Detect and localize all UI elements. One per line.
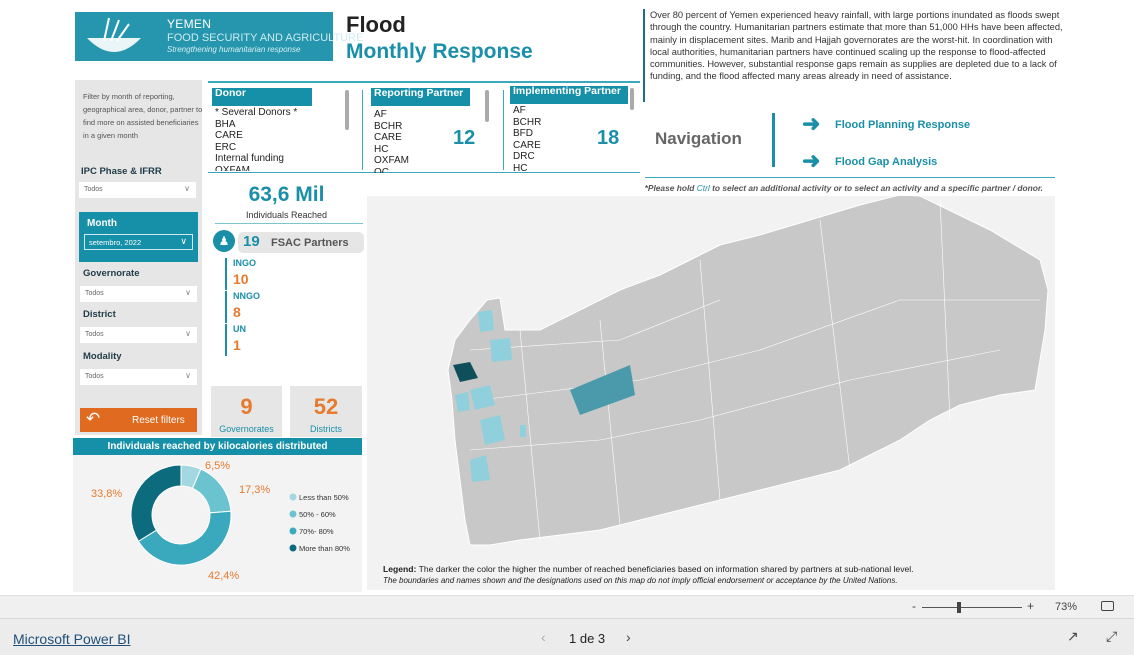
scrollbar[interactable] xyxy=(345,90,349,130)
legend-marker xyxy=(289,544,297,552)
donut-chart: 6,5% Less than 50% 17,3% 50% - 60% 42,4% 70%-… xyxy=(91,460,350,582)
slicer-item[interactable]: OXFAM xyxy=(215,165,342,172)
undo-icon: ↶ xyxy=(86,409,101,428)
description: Over 80 percent of Yemen experienced hea… xyxy=(643,9,1063,102)
fit-to-page-icon[interactable] xyxy=(1101,601,1114,611)
data-label: 6,5% xyxy=(205,460,230,472)
zoom-slider[interactable] xyxy=(922,607,1022,608)
flood-gap-analysis-link[interactable]: Flood Gap Analysis xyxy=(835,156,937,168)
data-label: 33,8% xyxy=(91,488,122,500)
partner-type-ingo: INGO 10 xyxy=(225,258,260,290)
partners-icon: ♟ xyxy=(213,230,235,252)
zoom-in-button[interactable]: + xyxy=(1027,599,1034,613)
legend-label[interactable]: More than 80% xyxy=(299,544,350,553)
flood-planning-response-link[interactable]: Flood Planning Response xyxy=(835,119,970,131)
governorate-dropdown[interactable]: Todos ∨ xyxy=(80,286,197,302)
slicer-item[interactable]: HC xyxy=(513,163,630,173)
map-panel: Legend: The darker the color the higher … xyxy=(367,194,1055,590)
map-legend: Legend: The darker the color the higher … xyxy=(383,564,914,574)
chevron-down-icon: ∨ xyxy=(185,329,191,338)
partner-type-nngo: NNGO 8 xyxy=(225,291,260,323)
data-label: 17,3% xyxy=(239,484,270,496)
navigation-label: Navigation xyxy=(655,129,742,148)
data-label: 42,4% xyxy=(208,570,239,582)
partner-type-breakdown: INGO 10 NNGO 8 UN 1 xyxy=(225,258,260,357)
fsac-logo: YEMEN FOOD SECURITY AND AGRICULTURE CLUS… xyxy=(75,12,418,61)
modality-dropdown[interactable]: Todos ∨ xyxy=(80,369,197,385)
slicer-item[interactable]: AF xyxy=(513,105,630,117)
fullscreen-icon[interactable]: ⤢ xyxy=(1106,628,1117,645)
chart-title: Individuals reached by kilocalories dist… xyxy=(73,438,362,455)
scrollbar[interactable] xyxy=(630,88,634,110)
zoom-bar: - + 73% xyxy=(0,595,1134,618)
individuals-reached-value: 63,6 Mil xyxy=(248,183,325,206)
page-subtitle: Monthly Response xyxy=(346,40,533,63)
yemen-country-shape xyxy=(447,194,1049,546)
district-dropdown[interactable]: Todos ∨ xyxy=(80,327,197,343)
scrollbar[interactable] xyxy=(485,90,489,122)
kilocalories-chart: 6,5% Less than 50% 17,3% 50% - 60% 42,4% 70%-… xyxy=(73,455,362,592)
bottom-bar: Microsoft Power BI ‹ 1 de 3 › ↗ ⤢ xyxy=(0,618,1134,655)
previous-page-button[interactable]: ‹ xyxy=(541,629,546,645)
chevron-down-icon: ∨ xyxy=(180,236,187,246)
month-filter: Month setembro, 2022 ∨ xyxy=(79,212,198,262)
month-dropdown[interactable]: setembro, 2022 ∨ xyxy=(84,234,193,250)
donut-slice[interactable] xyxy=(130,464,182,542)
donut-slice[interactable] xyxy=(191,468,232,514)
chevron-down-icon: ∨ xyxy=(185,371,191,380)
legend-label[interactable]: Less than 50% xyxy=(299,493,349,502)
governorates-kpi: 9 Governorates xyxy=(211,386,282,437)
yemen-map[interactable] xyxy=(367,194,1055,590)
slicer-item[interactable]: OC xyxy=(374,167,471,174)
zoom-slider-thumb[interactable] xyxy=(957,602,961,613)
map-disclaimer: The boundaries and names shown and the d… xyxy=(383,576,898,585)
wheat-bowl-icon xyxy=(87,17,141,52)
zoom-out-button[interactable]: - xyxy=(912,599,916,613)
divider xyxy=(208,81,640,83)
districts-kpi: 52 Districts xyxy=(290,386,362,437)
slicer-item[interactable]: AF xyxy=(374,109,471,121)
slicer-item[interactable]: DRC xyxy=(513,151,630,163)
zoom-level: 73% xyxy=(1055,601,1078,613)
legend-marker xyxy=(289,527,297,535)
slicer-item[interactable]: Internal funding xyxy=(215,153,342,165)
slicer-item[interactable]: ERC xyxy=(215,142,342,154)
slicer-item[interactable]: * Several Donors * xyxy=(215,107,342,119)
legend-label[interactable]: 70%- 80% xyxy=(299,527,334,536)
slicer-item[interactable]: BHA xyxy=(215,119,342,131)
selection-note: *Please hold Ctrl to select an additiona… xyxy=(644,183,1043,193)
partner-type-un: UN 1 xyxy=(225,324,260,356)
legend-label[interactable]: 50% - 60% xyxy=(299,510,336,519)
reporting-partner-count: 12 xyxy=(453,127,476,149)
filter-panel: Filter by month of reporting, geographic… xyxy=(75,80,202,435)
legend-marker xyxy=(289,510,297,518)
chevron-down-icon: ∨ xyxy=(184,184,190,193)
fsac-partners-badge: 19 FSAC Partners xyxy=(238,232,364,253)
share-icon[interactable]: ↗ xyxy=(1067,628,1079,645)
page-title: Flood xyxy=(346,12,406,37)
power-bi-link[interactable]: Microsoft Power BI xyxy=(13,631,130,647)
implementing-partner-count: 18 xyxy=(597,127,620,149)
slicer-item[interactable]: CARE xyxy=(215,130,342,142)
donor-slicer[interactable]: Donor * Several Donors * BHA CARE ERC Intern… xyxy=(212,88,342,171)
page-indicator: 1 de 3 xyxy=(569,631,606,646)
arrow-right-icon: ➜ xyxy=(802,111,821,136)
arrow-right-icon: ➜ xyxy=(802,148,821,173)
reset-filters-button[interactable]: ↶ Reset filters xyxy=(80,408,197,432)
ipc-dropdown[interactable]: Todos ∨ xyxy=(79,182,196,198)
next-page-button[interactable]: › xyxy=(626,629,631,645)
legend-marker xyxy=(289,493,297,501)
chevron-down-icon: ∨ xyxy=(185,288,191,297)
slicer-item[interactable]: OXFAM xyxy=(374,155,471,167)
